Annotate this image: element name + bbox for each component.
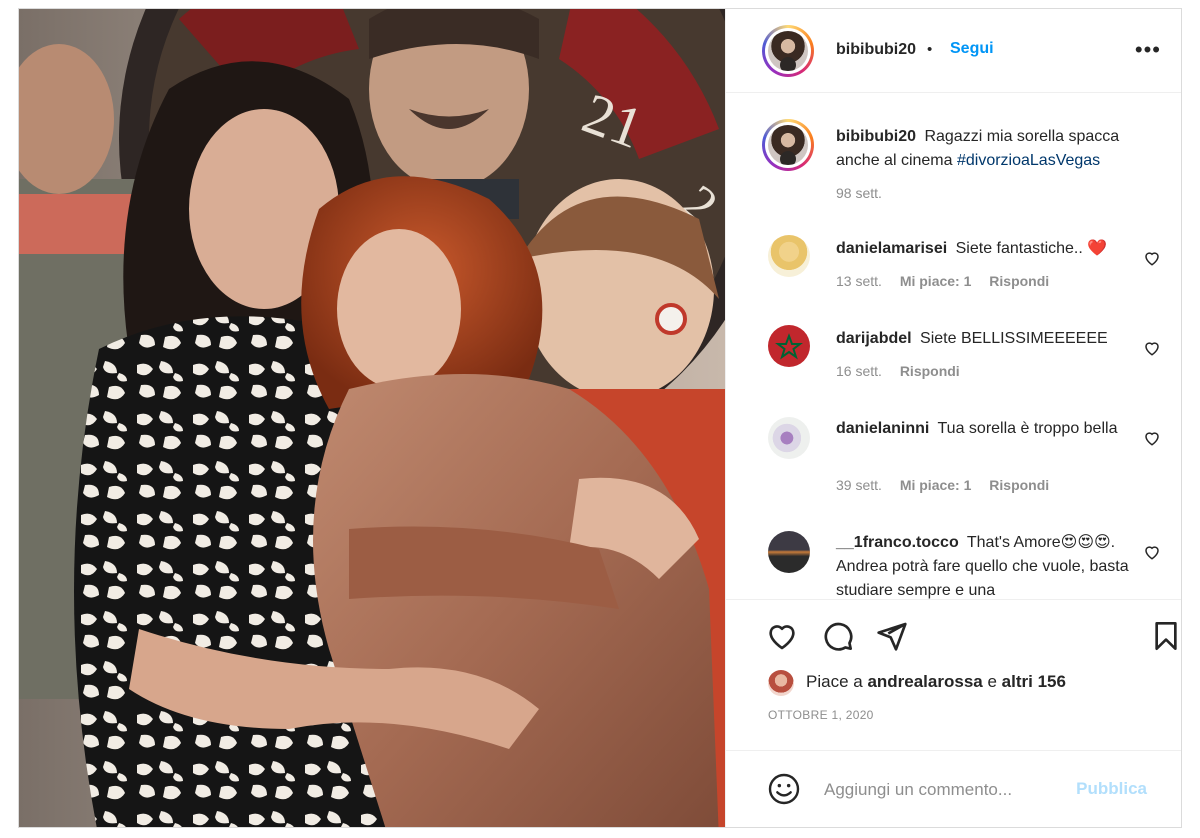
comment-username[interactable]: danielamarisei [836, 240, 947, 257]
caption-hashtag[interactable]: #divorzioaLasVegas [957, 152, 1100, 169]
follow-button[interactable]: Segui [950, 40, 994, 58]
heart-icon[interactable] [766, 620, 798, 652]
caption-avatar[interactable] [762, 119, 814, 171]
comment-input[interactable] [822, 771, 1066, 809]
comment-likes[interactable]: Mi piace: 1 [900, 477, 972, 493]
like-comment-heart-icon[interactable] [1143, 429, 1161, 447]
comment-likes[interactable]: Mi piace: 1 [900, 273, 972, 289]
liker-avatar[interactable] [768, 670, 794, 696]
post-side-panel: bibibubi20 • Segui ••• bibibubi20 Ragazz… [725, 9, 1181, 827]
comment-avatar[interactable] [768, 417, 810, 459]
publish-button[interactable]: Pubblica [1076, 779, 1147, 799]
comment-time[interactable]: 39 sett. [836, 477, 882, 493]
post-date[interactable]: OTTOBRE 1, 2020 [768, 708, 874, 722]
post-photo[interactable]: 21 2 [19, 9, 725, 827]
comment-username[interactable]: danielaninni [836, 420, 929, 437]
likes-summary: Piace a andrealarossa e altri 156 [768, 666, 1148, 696]
post-actions: Piace a andrealarossa e altri 156 OTTOBR… [726, 599, 1181, 825]
likes-prefix: Piace a [806, 672, 863, 691]
comment-item: darijabdel Siete BELLISSIMEEEEEE 16 sett… [726, 315, 1181, 385]
author-avatar[interactable] [762, 25, 814, 77]
reply-button[interactable]: Rispondi [989, 273, 1049, 289]
separator-dot: • [927, 41, 933, 58]
caption-time[interactable]: 98 sett. [836, 185, 882, 201]
comment-username[interactable]: __1franco.tocco [836, 534, 959, 551]
comment-username[interactable]: darijabdel [836, 330, 912, 347]
more-options-icon[interactable]: ••• [1135, 37, 1161, 63]
like-comment-heart-icon[interactable] [1143, 543, 1161, 561]
comment-text: Tua sorella è troppo bella [937, 420, 1118, 437]
like-comment-heart-icon[interactable] [1143, 249, 1161, 267]
flag-star-icon [775, 333, 803, 360]
comment-text: Siete fantastiche.. [955, 240, 1083, 257]
likes-others[interactable]: altri 156 [1002, 672, 1066, 691]
author-username[interactable]: bibibubi20 [836, 41, 916, 59]
bookmark-icon[interactable] [1150, 620, 1182, 652]
post-header: bibibubi20 • Segui ••• [726, 9, 1181, 93]
like-comment-heart-icon[interactable] [1143, 339, 1161, 357]
comment-text: Siete BELLISSIMEEEEEE [920, 330, 1108, 347]
comment-avatar[interactable] [768, 235, 810, 277]
photo-illustration: 21 2 [19, 9, 725, 827]
reply-button[interactable]: Rispondi [989, 477, 1049, 493]
comment-time[interactable]: 16 sett. [836, 363, 882, 379]
heart-emoji: ❤️ [1087, 240, 1108, 257]
post-container: 21 2 bibibubi20 • Segui ••• bibibubi20 R… [18, 8, 1182, 828]
liker-username[interactable]: andrealarossa [867, 672, 982, 691]
comment-time[interactable]: 13 sett. [836, 273, 882, 289]
reply-button[interactable]: Rispondi [900, 363, 960, 379]
post-caption: bibibubi20 Ragazzi mia sorella spacca an… [726, 113, 1181, 213]
share-icon[interactable] [876, 620, 908, 652]
comment-avatar[interactable] [768, 531, 810, 573]
likes-conj: e [987, 672, 997, 691]
comments-list[interactable]: bibibubi20 Ragazzi mia sorella spacca an… [726, 93, 1181, 599]
comment-item: danielamarisei Siete fantastiche.. ❤️ 13… [726, 225, 1181, 295]
comment-item: danielaninni Tua sorella è troppo bella … [726, 407, 1181, 497]
comment-icon[interactable] [822, 620, 854, 652]
comment-item: __1franco.tocco That's Amore😍😍😍. Andrea … [726, 521, 1181, 599]
emoji-icon[interactable] [768, 773, 800, 805]
caption-username[interactable]: bibibubi20 [836, 128, 916, 145]
add-comment-bar: Pubblica [726, 750, 1181, 826]
comment-avatar[interactable] [768, 325, 810, 367]
